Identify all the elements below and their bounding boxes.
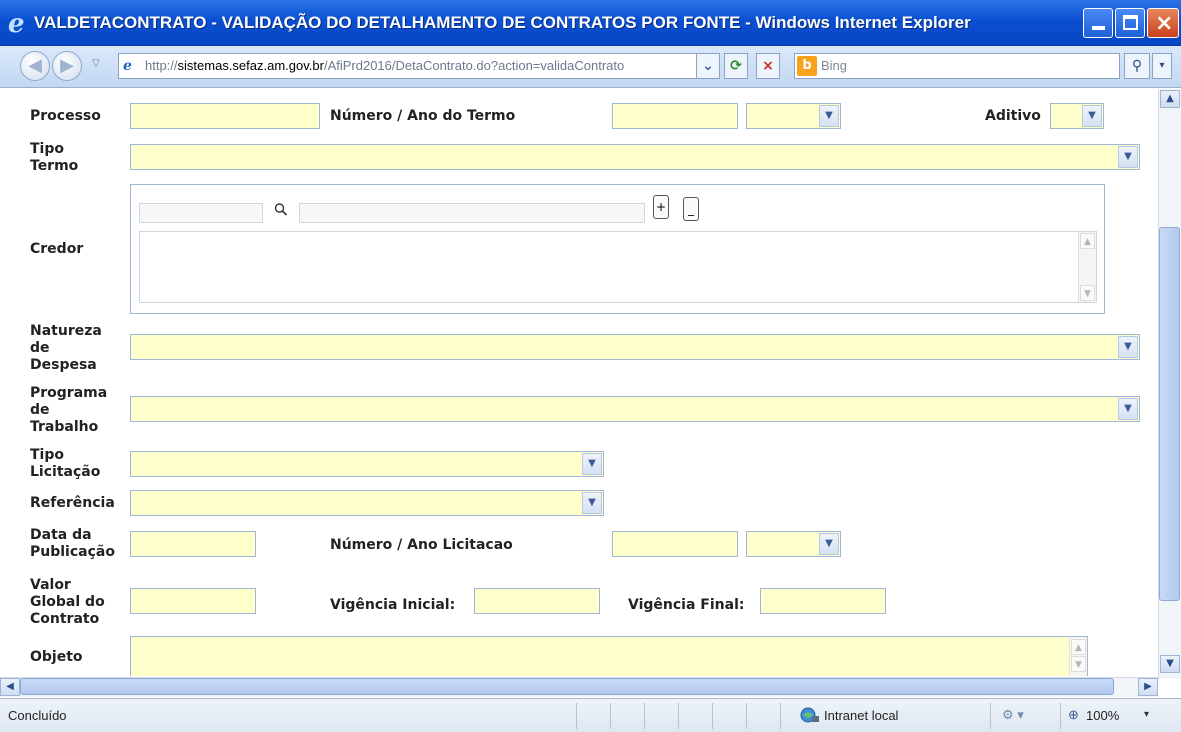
credor-box: + _ ▲ ▼ (130, 184, 1105, 314)
referencia-label: Referência (30, 495, 115, 511)
maximize-button[interactable] (1115, 8, 1145, 38)
objeto-scrollbar[interactable]: ▲ ▼ (1069, 637, 1087, 676)
back-button[interactable]: ◀ (20, 51, 50, 81)
window-title: VALDETACONTRATO - VALIDAÇÃO DO DETALHAME… (34, 13, 971, 32)
processo-input[interactable] (130, 103, 320, 129)
history-dropdown-icon[interactable]: ▽ (92, 58, 100, 69)
data-publicacao-label-1: Data da (30, 527, 92, 543)
processo-label: Processo (30, 108, 101, 124)
close-button[interactable]: × (1147, 8, 1179, 38)
tipo-licitacao-label-1: Tipo (30, 447, 64, 463)
valor-global-label-3: Contrato (30, 611, 100, 627)
scroll-up-icon[interactable]: ▲ (1071, 639, 1086, 655)
credor-add-button[interactable]: + (653, 195, 669, 219)
scroll-right-button[interactable]: ▶ (1138, 678, 1158, 696)
bing-logo-icon: b (797, 56, 817, 76)
minimize-button[interactable] (1083, 8, 1113, 38)
programa-label-2: de (30, 402, 50, 418)
search-input[interactable]: b Bing (794, 53, 1120, 79)
vigencia-inicial-input[interactable] (474, 588, 600, 614)
data-publicacao-input[interactable] (130, 531, 256, 557)
vigencia-final-input[interactable] (760, 588, 886, 614)
tipo-licitacao-label-2: Licitação (30, 464, 101, 480)
page-vertical-scroll-thumb[interactable] (1159, 227, 1180, 601)
page-icon: e (123, 58, 132, 74)
zoom-dropdown-icon[interactable]: ▾ (1144, 709, 1149, 720)
credor-code-input[interactable] (139, 203, 263, 223)
vigencia-final-label: Vigência Final: (628, 597, 745, 613)
page-horizontal-scroll-thumb[interactable] (20, 678, 1114, 695)
page-content: Processo Número / Ano do Termo ▼ Aditivo… (0, 89, 1158, 679)
refresh-button[interactable]: ⟳ (724, 53, 748, 79)
natureza-label-1: Natureza (30, 323, 102, 339)
search-options-button[interactable]: ▾ (1152, 53, 1172, 79)
protected-mode-icon[interactable]: ⚙ ▾ (1002, 707, 1024, 723)
programa-label-1: Programa (30, 385, 108, 401)
credor-list-scrollbar[interactable]: ▲ ▼ (1078, 232, 1096, 302)
refresh-icon: ⟳ (730, 58, 742, 74)
natureza-label-2: de (30, 340, 50, 356)
tipo-licitacao-select[interactable]: ▼ (130, 451, 604, 477)
programa-label-3: Trabalho (30, 419, 99, 435)
natureza-label-3: Despesa (30, 357, 97, 373)
intranet-zone-icon (800, 707, 820, 723)
back-arrow-icon: ◀ (28, 55, 42, 76)
search-icon[interactable] (274, 202, 290, 220)
numero-licitacao-input[interactable] (612, 531, 738, 557)
security-zone-label: Intranet local (824, 708, 899, 723)
aditivo-label: Aditivo (985, 108, 1041, 124)
scroll-up-button[interactable]: ▲ (1160, 90, 1180, 108)
forward-arrow-icon: ▶ (60, 55, 74, 76)
window-title-bar: e VALDETACONTRATO - VALIDAÇÃO DO DETALHA… (0, 0, 1181, 46)
tipo-termo-label-1: Tipo (30, 141, 64, 157)
chevron-down-icon: ▼ (1118, 336, 1138, 358)
objeto-textarea[interactable]: ▲ ▼ (130, 636, 1088, 676)
stop-button[interactable]: × (756, 53, 780, 79)
scroll-down-button[interactable]: ▼ (1160, 655, 1180, 673)
objeto-label: Objeto (30, 649, 83, 665)
tipo-termo-label-2: Termo (30, 158, 79, 174)
credor-name-input[interactable] (299, 203, 645, 223)
scroll-left-button[interactable]: ◀ (0, 678, 20, 696)
ano-licitacao-select[interactable]: ▼ (746, 531, 841, 557)
credor-list[interactable]: ▲ ▼ (139, 231, 1097, 303)
vigencia-inicial-label: Vigência Inicial: (330, 597, 456, 613)
credor-remove-button[interactable]: _ (683, 197, 699, 221)
natureza-despesa-select[interactable]: ▼ (130, 334, 1140, 360)
ano-termo-select[interactable]: ▼ (746, 103, 841, 129)
scroll-down-icon[interactable]: ▼ (1071, 656, 1086, 672)
zoom-level[interactable]: 100% (1086, 708, 1119, 723)
numero-ano-termo-label: Número / Ano do Termo (330, 108, 516, 124)
ie-logo-icon: e (8, 9, 25, 39)
stop-icon: × (762, 58, 774, 74)
scroll-down-icon[interactable]: ▼ (1080, 285, 1095, 301)
programa-trabalho-select[interactable]: ▼ (130, 396, 1140, 422)
data-publicacao-label-2: Publicação (30, 544, 115, 560)
url-field[interactable]: e http://sistemas.sefaz.am.gov.br/AfiPrd2… (118, 53, 720, 79)
credor-label: Credor (30, 241, 84, 257)
search-button[interactable]: ⚲ (1124, 53, 1150, 79)
zoom-icon[interactable]: ⊕ (1068, 707, 1079, 723)
chevron-down-icon: ▼ (582, 453, 602, 475)
valor-global-label-1: Valor (30, 577, 71, 593)
valor-global-label-2: Global do (30, 594, 105, 610)
scroll-up-icon[interactable]: ▲ (1080, 233, 1095, 249)
numero-ano-licitacao-label: Número / Ano Licitacao (330, 537, 513, 553)
status-bar: Concluído Intranet local ⚙ ▾ ⊕ 100% ▾ (0, 698, 1181, 732)
chevron-down-icon: ▼ (1118, 146, 1138, 168)
status-text: Concluído (8, 708, 67, 723)
tipo-termo-select[interactable]: ▼ (130, 144, 1140, 170)
url-dropdown-button[interactable]: ⌄ (696, 53, 720, 79)
address-toolbar: ◀ ▶ ▽ e http://sistemas.sefaz.am.gov.br/A… (0, 46, 1181, 88)
chevron-down-icon: ▼ (1118, 398, 1138, 420)
aditivo-select[interactable]: ▼ (1050, 103, 1104, 129)
chevron-down-icon: ▼ (1082, 105, 1102, 127)
chevron-down-icon: ▼ (819, 533, 839, 555)
valor-global-input[interactable] (130, 588, 256, 614)
chevron-down-icon: ▼ (819, 105, 839, 127)
numero-termo-input[interactable] (612, 103, 738, 129)
referencia-select[interactable]: ▼ (130, 490, 604, 516)
forward-button[interactable]: ▶ (52, 51, 82, 81)
chevron-down-icon: ▼ (582, 492, 602, 514)
